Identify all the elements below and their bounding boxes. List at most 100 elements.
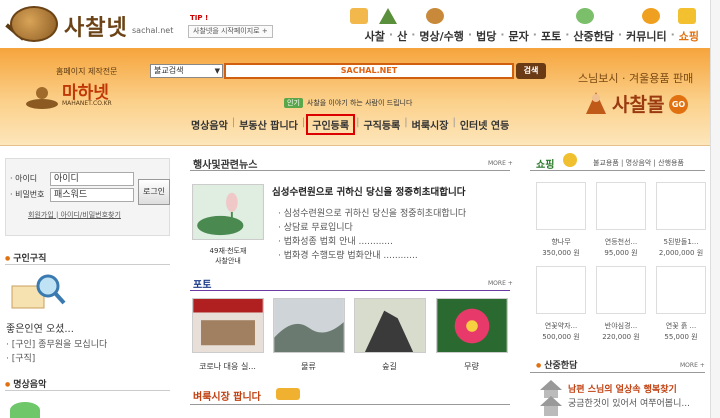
talk-more-link[interactable]: MORE +	[680, 362, 705, 369]
mall-go-button[interactable]: GO	[669, 95, 688, 114]
job-list-item[interactable]: · [구직]	[6, 351, 35, 364]
shop-item-name[interactable]: 연꽃약자...	[531, 321, 591, 331]
events-thumbnail[interactable]	[192, 184, 264, 240]
nav-item-mountain[interactable]: 산	[394, 28, 410, 44]
photo-thumbnail[interactable]	[354, 298, 426, 353]
job-section-title[interactable]: 구인구직	[5, 251, 46, 264]
photo-thumbnail[interactable]	[192, 298, 264, 353]
shop-item-name[interactable]: 반야심경...	[591, 321, 651, 331]
divider	[190, 290, 510, 291]
password-input[interactable]: 패스워드	[50, 188, 134, 202]
photo-thumbnail[interactable]	[273, 298, 345, 353]
photo-caption[interactable]: 물류	[271, 361, 346, 372]
music-icon	[10, 402, 40, 418]
id-label: · 아이디	[10, 174, 38, 183]
mall-tagline: 스님보시 · 겨울용품 판매	[578, 72, 694, 85]
link-meditation-music[interactable]: 명상음악	[188, 117, 231, 135]
login-button[interactable]: 로그인	[138, 179, 170, 205]
shop-item-name[interactable]: 연꽃 흙 ...	[651, 321, 711, 331]
shop-item-name[interactable]: 5된받돌1...	[651, 237, 711, 247]
flea-market-title[interactable]: 벼룩시장 팝니다	[193, 388, 261, 403]
nav-item-talk[interactable]: 산중한담	[570, 28, 616, 44]
shop-item-image[interactable]	[596, 266, 646, 314]
community-icon	[642, 8, 660, 24]
shop-item-price: 350,000 원	[542, 249, 580, 257]
nav-item-text[interactable]: 문자	[506, 28, 532, 44]
nav-item-shopping[interactable]: 쇼핑	[676, 28, 702, 44]
magnifier-illustration-icon	[11, 274, 66, 309]
shop-category-links[interactable]: 불교용품 | 명상음악 | 산행용품	[593, 158, 684, 168]
search-button[interactable]: 검색	[516, 63, 546, 79]
talk-title[interactable]: 산중한담	[536, 358, 577, 371]
shop-item-price: 500,000 원	[542, 333, 580, 341]
shop-title[interactable]: 쇼핑	[536, 156, 554, 171]
shop-item-price: 220,000 원	[602, 333, 640, 341]
buddha-icon	[26, 87, 58, 109]
events-list-item[interactable]: · 법화성종 법회 안내 ............	[278, 234, 393, 247]
search-category-value: 불교검색	[154, 66, 184, 75]
link-internet-lantern[interactable]: 인터넷 연등	[457, 117, 512, 135]
events-more-link[interactable]: MORE +	[488, 160, 513, 167]
temple-icon	[350, 8, 368, 24]
events-headline[interactable]: 심성수련원으로 귀하신 당신을 정중히초대합니다	[272, 184, 465, 198]
link-flea-market[interactable]: 벼룩시장	[409, 117, 452, 135]
nav-item-photo[interactable]: 포토	[538, 28, 564, 44]
main-nav: 사찰 · 산 · 명상/수행 · 법당 · 문자 · 포토 · 산중한담 · 커뮤니티 · 쇼핑	[362, 28, 702, 44]
photo-caption[interactable]: 무량	[434, 361, 509, 372]
talk-icon	[576, 8, 594, 24]
tip-label: TIP !	[190, 14, 209, 22]
search-input[interactable]: SACHAL.NET	[224, 63, 514, 79]
login-box: · 아이디 · 비밀번호 아이디 패스워드 로그인 회원가입 | 아이디/비밀번…	[5, 158, 170, 236]
link-job-offer-register[interactable]: 구인등록	[306, 114, 356, 135]
chevron-down-icon: ▼	[214, 67, 220, 75]
shop-item-image[interactable]	[536, 182, 586, 230]
photo-caption[interactable]: 코로나 대응 실...	[190, 361, 265, 372]
events-list-item[interactable]: · 상담료 무료입니다	[278, 220, 353, 233]
find-account-link[interactable]: 아이디/비밀번호찾기	[61, 211, 121, 219]
nav-item-dharma-hall[interactable]: 법당	[473, 28, 499, 44]
job-list-item[interactable]: · [구인] 종무원을 모십니다	[6, 337, 107, 350]
shop-item-price: 95,000 원	[604, 249, 638, 257]
id-input[interactable]: 아이디	[50, 172, 134, 186]
divider	[530, 372, 705, 373]
pagoda-icon	[540, 380, 562, 416]
quick-links: 명상음악 | 부동산 팝니다 | 구인등록 | 구직등록 | 벼룩시장 | 인터넷 연등	[188, 114, 512, 135]
photo-more-link[interactable]: MORE +	[488, 280, 513, 287]
job-headline[interactable]: 좋은인연 오셨...	[6, 320, 74, 335]
search-category-select[interactable]: 불교검색 ▼	[150, 64, 223, 78]
moktak-logo-icon[interactable]	[10, 6, 58, 42]
events-title[interactable]: 행사및관련뉴스	[193, 156, 257, 171]
nav-item-meditation[interactable]: 명상/수행	[416, 28, 467, 44]
shop-item-name[interactable]: 향나무	[531, 237, 591, 247]
events-list-item[interactable]: · 심성수련원으로 귀하신 당신을 정중히초대합니다	[278, 206, 466, 219]
thumb-caption: 49재·천도재	[209, 247, 247, 255]
link-real-estate[interactable]: 부동산 팝니다	[236, 117, 301, 135]
nav-item-temple[interactable]: 사찰	[362, 28, 388, 44]
link-job-seek-register[interactable]: 구직등록	[360, 117, 403, 135]
divider	[5, 390, 170, 391]
shop-item-price: 2,000,000 원	[658, 249, 704, 257]
vertical-scrollbar[interactable]	[710, 0, 720, 418]
site-logo[interactable]: 사찰넷	[64, 10, 128, 42]
photo-thumbnail[interactable]	[436, 298, 508, 353]
join-link[interactable]: 회원가입	[28, 211, 54, 219]
mahanet-url: MAHANET.CO.KR	[62, 100, 112, 107]
photo-title[interactable]: 포토	[193, 276, 211, 291]
flea-market-icon	[276, 388, 300, 400]
shop-item-image[interactable]	[596, 182, 646, 230]
meditation-music-title[interactable]: 명상음악	[5, 377, 46, 390]
shop-item-image[interactable]	[536, 266, 586, 314]
set-homepage-button[interactable]: 사찰넷을 시작페이지로 +	[188, 25, 273, 38]
photo-caption[interactable]: 숲길	[352, 361, 427, 372]
talk-headline[interactable]: 남편 스님의 얼상속 행복찾기	[568, 382, 677, 395]
shop-item-image[interactable]	[656, 182, 706, 230]
talk-snippet[interactable]: 궁금한것이 있어서 여쭈어봅니...	[568, 396, 690, 409]
sachal-mall-link[interactable]: 사찰몰	[612, 90, 664, 117]
nav-item-community[interactable]: 커뮤니티	[623, 28, 669, 44]
shop-item-image[interactable]	[656, 266, 706, 314]
events-list-item[interactable]: · 법화경 수행도량 법화안내 ............	[278, 248, 418, 261]
divider	[5, 264, 170, 265]
popular-text[interactable]: 사찰을 이야기 하는 사람이 드립니다	[307, 99, 413, 107]
shop-item-name[interactable]: 연등천선...	[591, 237, 651, 247]
shopping-gift-icon	[678, 8, 696, 24]
